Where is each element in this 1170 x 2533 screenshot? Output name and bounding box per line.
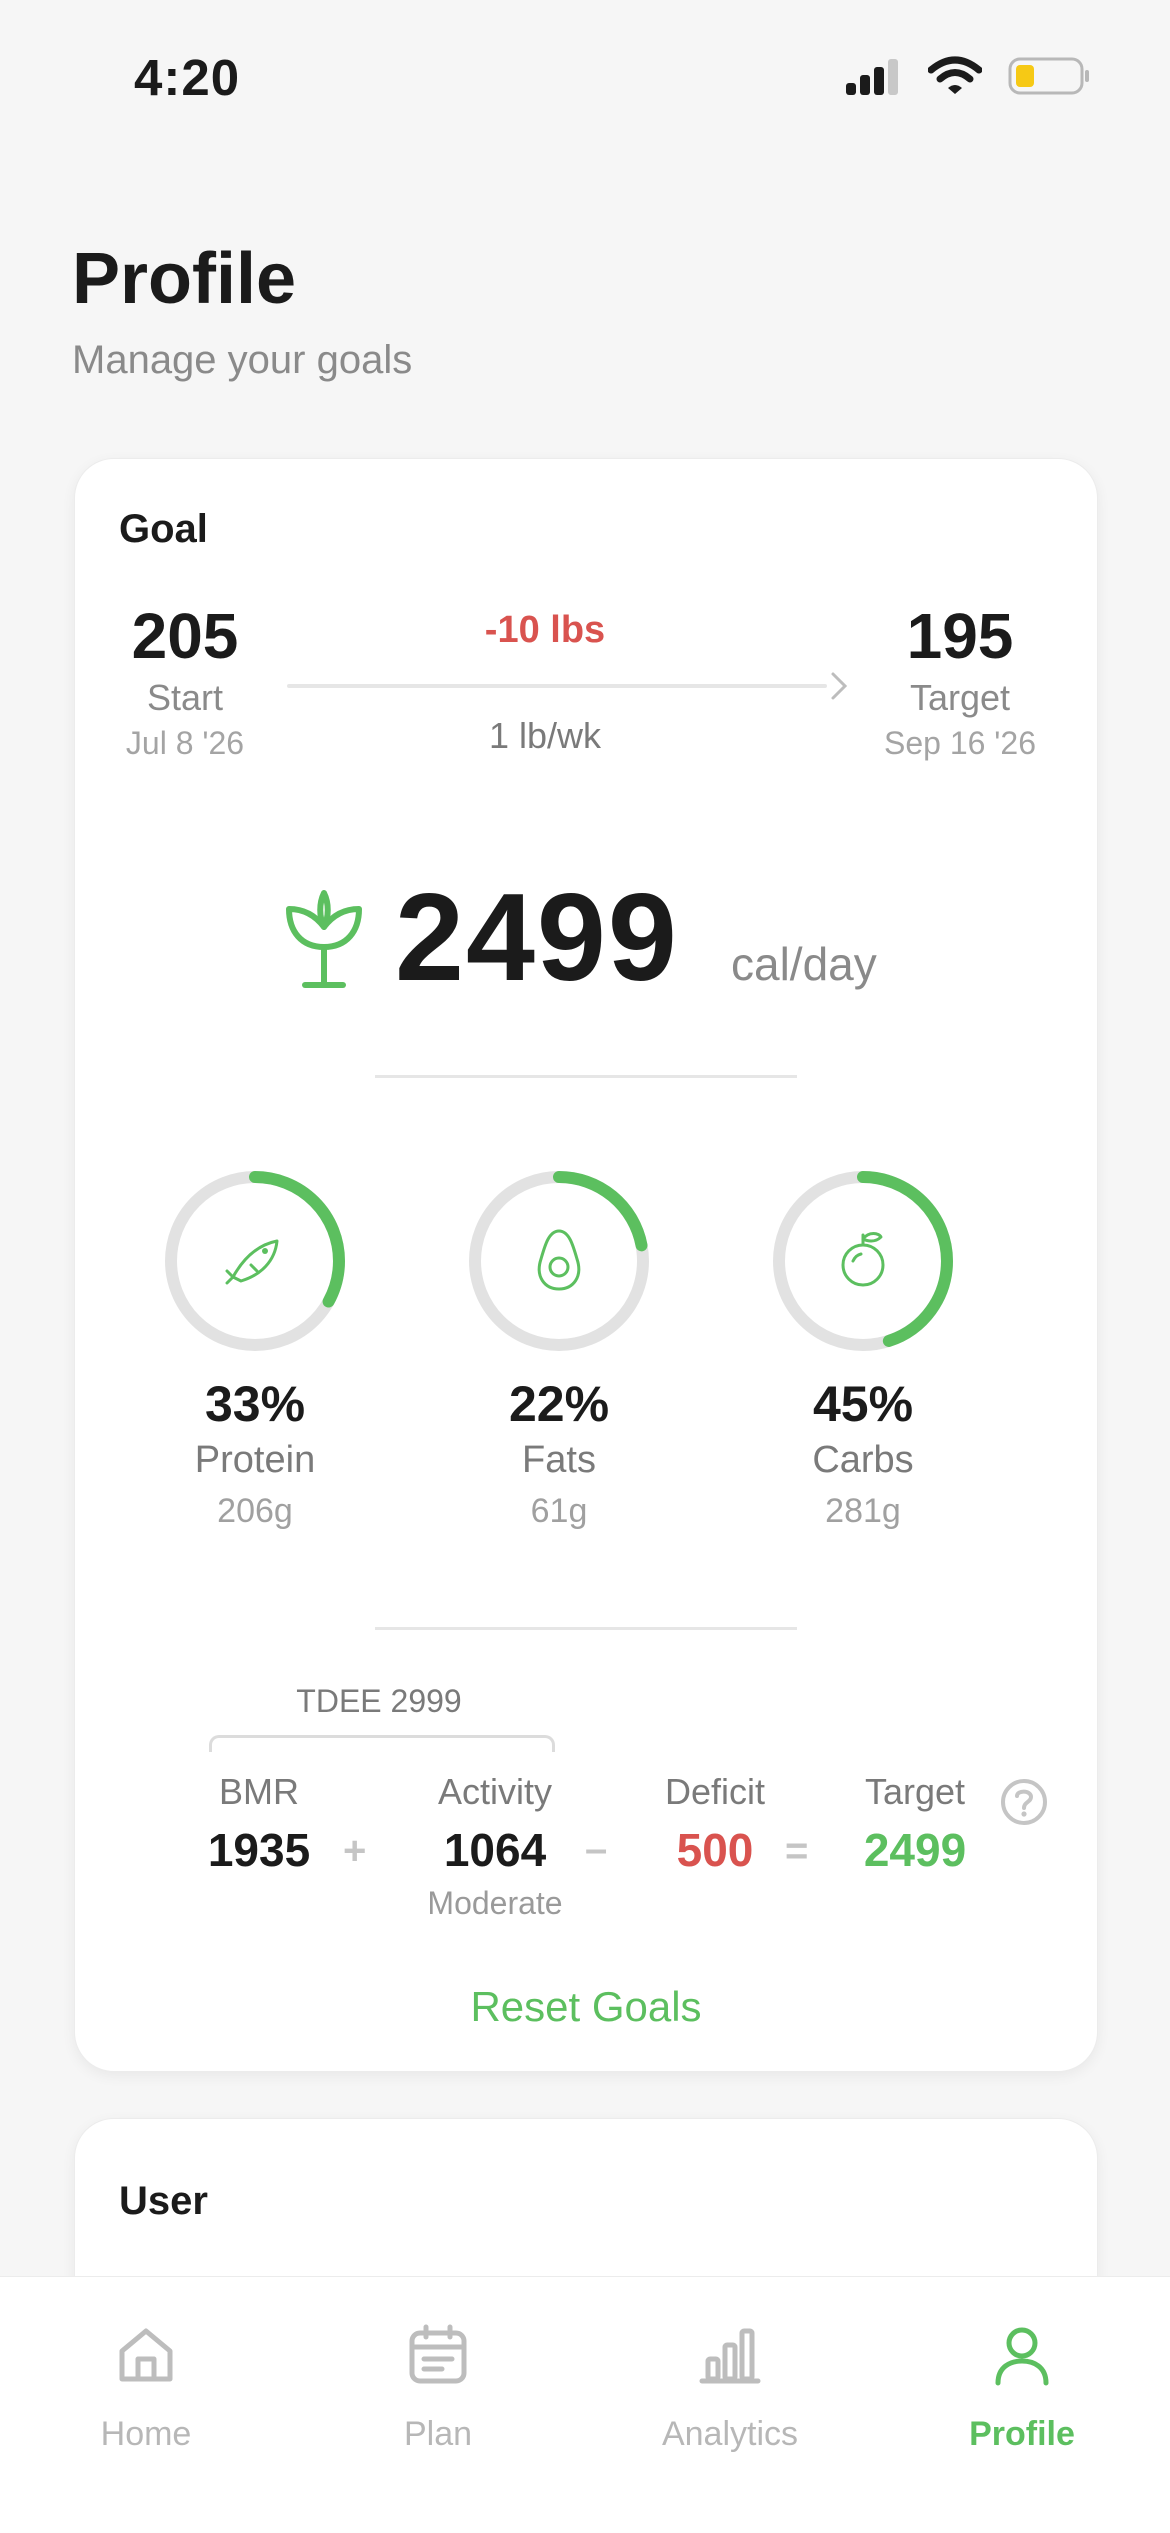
status-time: 4:20 bbox=[134, 49, 241, 106]
chevron-right-icon bbox=[831, 672, 848, 700]
tab-bar: Home Plan Analytics Profile bbox=[0, 2276, 1170, 2533]
start-label: Start bbox=[146, 677, 224, 718]
reset-goals-button[interactable]: Reset Goals bbox=[75, 1983, 1097, 2031]
weekly-rate: 1 lb/wk bbox=[488, 715, 602, 756]
page-title: Profile bbox=[72, 239, 297, 319]
activity-level: Moderate bbox=[427, 1885, 563, 1921]
deficit-value: 500 bbox=[676, 1824, 754, 1876]
bmr-block: BMR 1935 bbox=[189, 1771, 329, 1877]
target-weight: 195 bbox=[906, 600, 1014, 672]
wifi-icon bbox=[928, 56, 982, 94]
tab-plan-label: Plan bbox=[403, 2415, 473, 2453]
equals-sign: = bbox=[785, 1829, 809, 1873]
macro-carbs: 45% Carbs 281g bbox=[743, 1169, 983, 1531]
protein-grams: 206g bbox=[217, 1492, 293, 1530]
calorie-unit: cal/day bbox=[731, 938, 877, 990]
tab-profile-label: Profile bbox=[969, 2415, 1075, 2453]
tab-analytics[interactable]: Analytics bbox=[630, 2277, 830, 2454]
weight-change: -10 lbs bbox=[484, 609, 606, 651]
macro-fats: 22% Fats 61g bbox=[439, 1169, 679, 1531]
divider bbox=[375, 1627, 797, 1630]
fats-ring bbox=[467, 1169, 651, 1353]
page-subtitle: Manage your goals bbox=[72, 338, 413, 382]
tdee-label: TDEE 2999 bbox=[296, 1683, 462, 1719]
plus-sign: + bbox=[343, 1829, 367, 1873]
user-card-title: User bbox=[119, 2179, 208, 2223]
tab-plan[interactable]: Plan bbox=[338, 2277, 538, 2454]
tab-analytics-label: Analytics bbox=[661, 2415, 799, 2453]
target-calories-block: Target 2499 bbox=[835, 1771, 995, 1877]
fruit-icon bbox=[841, 1232, 885, 1287]
divider bbox=[375, 1075, 797, 1078]
avocado-icon bbox=[537, 1229, 581, 1291]
deficit-block: Deficit 500 bbox=[635, 1771, 795, 1877]
target-calories-value: 2499 bbox=[863, 1824, 967, 1876]
progress-line bbox=[287, 684, 827, 688]
protein-percent: 33% bbox=[204, 1376, 306, 1432]
help-icon[interactable] bbox=[999, 1777, 1049, 1827]
target-label: Target bbox=[909, 677, 1011, 718]
tab-home-label: Home bbox=[100, 2415, 192, 2453]
activity-label: Activity bbox=[437, 1771, 552, 1812]
carbs-percent: 45% bbox=[812, 1376, 914, 1432]
bmr-label: BMR bbox=[219, 1771, 299, 1812]
protein-ring bbox=[163, 1169, 347, 1353]
fats-grams: 61g bbox=[530, 1492, 588, 1530]
goal-card-title: Goal bbox=[119, 507, 208, 551]
macro-protein: 33% Protein 206g bbox=[135, 1169, 375, 1531]
target-block: 195 Target Sep 16 '26 bbox=[855, 599, 1065, 762]
sprout-icon bbox=[286, 890, 362, 988]
activity-value: 1064 bbox=[443, 1824, 547, 1876]
fats-label: Fats bbox=[522, 1439, 596, 1481]
home-icon bbox=[119, 2328, 173, 2382]
carbs-grams: 281g bbox=[825, 1492, 901, 1530]
fats-percent: 22% bbox=[508, 1376, 610, 1432]
minus-sign: – bbox=[585, 1827, 608, 1871]
carbs-ring bbox=[771, 1169, 955, 1353]
goal-card: Goal 205 Start Jul 8 '26 -10 lbs 1 lb/wk… bbox=[74, 458, 1098, 2072]
tab-profile[interactable]: Profile bbox=[922, 2277, 1122, 2454]
target-calories-label: Target bbox=[864, 1771, 966, 1812]
bmr-value: 1935 bbox=[207, 1824, 311, 1876]
calendar-icon bbox=[409, 2324, 467, 2384]
tdee-bracket bbox=[209, 1735, 555, 1752]
battery-icon bbox=[1008, 57, 1089, 95]
calorie-value: 2499 bbox=[395, 869, 679, 1007]
target-date: Sep 16 '26 bbox=[883, 725, 1036, 761]
start-date: Jul 8 '26 bbox=[125, 725, 245, 761]
bar-chart-icon bbox=[699, 2328, 761, 2384]
cellular-signal-icon bbox=[846, 59, 898, 95]
start-weight: 205 bbox=[131, 600, 239, 672]
status-icons bbox=[844, 56, 1090, 96]
deficit-label: Deficit bbox=[664, 1771, 766, 1812]
tab-home[interactable]: Home bbox=[46, 2277, 246, 2454]
start-block: 205 Start Jul 8 '26 bbox=[85, 599, 285, 762]
protein-label: Protein bbox=[194, 1439, 316, 1481]
carbs-label: Carbs bbox=[812, 1439, 914, 1481]
person-icon bbox=[995, 2327, 1049, 2386]
activity-block: Activity 1064 Moderate bbox=[395, 1771, 595, 1922]
fish-icon bbox=[225, 1239, 279, 1285]
